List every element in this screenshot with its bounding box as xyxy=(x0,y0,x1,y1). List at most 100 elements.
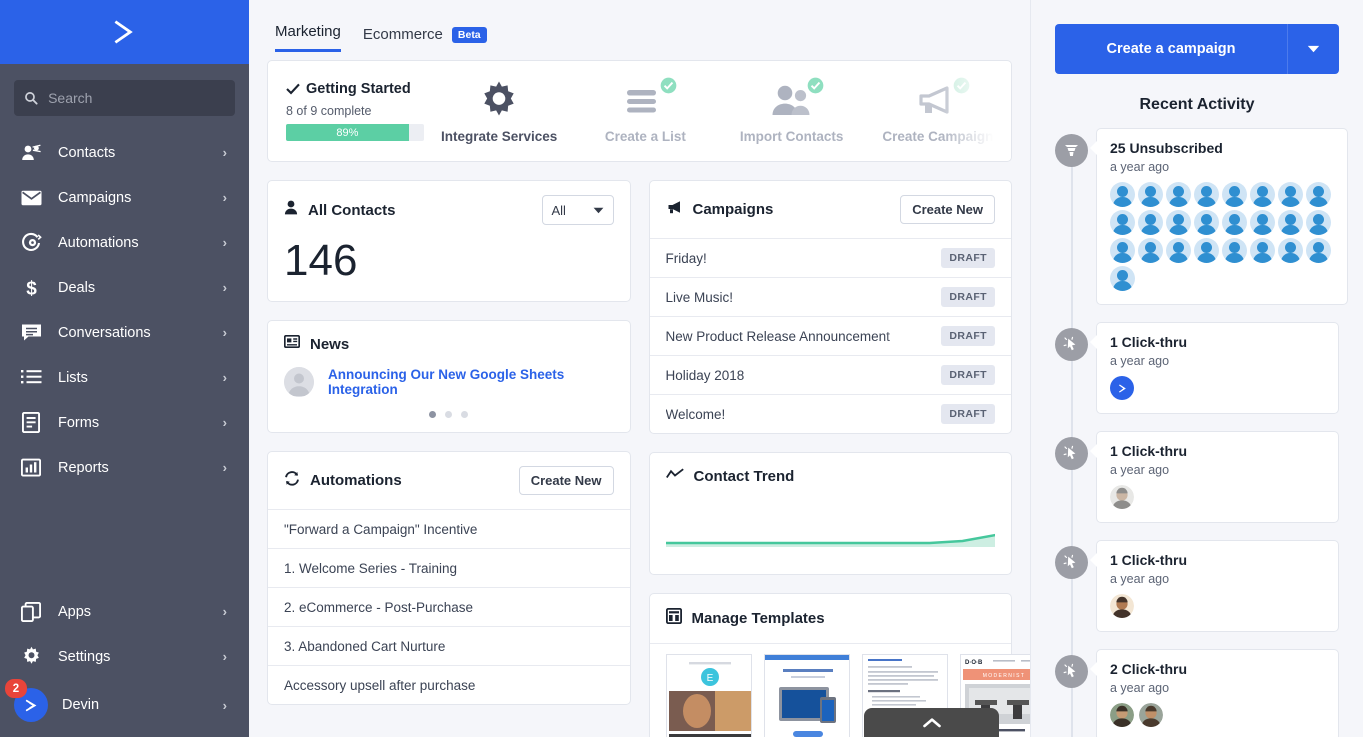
sidebar-item-settings[interactable]: Settings › xyxy=(0,634,249,679)
megaphone-icon xyxy=(666,200,683,219)
avatar-grid xyxy=(1110,182,1334,291)
campaigns-list: Friday!DRAFTLive Music!DRAFTNew Product … xyxy=(650,238,1012,433)
sidebar: Contacts › Campaigns › xyxy=(0,0,249,737)
refresh-icon xyxy=(284,471,300,491)
campaign-row[interactable]: Friday!DRAFT xyxy=(650,238,1012,277)
activity-item[interactable]: 1 Click-thrua year ago xyxy=(1055,540,1339,632)
check-badge-icon xyxy=(953,77,970,94)
click-icon xyxy=(1055,546,1088,579)
avatar xyxy=(1278,182,1303,207)
campaign-row[interactable]: Live Music!DRAFT xyxy=(650,277,1012,316)
gs-step-import-contacts[interactable]: Import Contacts xyxy=(719,79,865,144)
sidebar-user-devin[interactable]: 2 Devin › xyxy=(0,679,249,731)
search-input[interactable] xyxy=(48,90,225,106)
template-device-promo[interactable] xyxy=(764,654,850,737)
activity-title: 25 Unsubscribed xyxy=(1110,140,1334,156)
sidebar-item-conversations[interactable]: Conversations › xyxy=(0,310,249,355)
status-badge: DRAFT xyxy=(941,326,995,346)
automation-name: 3. Abandoned Cart Nurture xyxy=(284,639,445,654)
activity-title: 2 Click-thru xyxy=(1110,661,1325,677)
gear-icon xyxy=(426,79,572,123)
search-icon xyxy=(24,90,38,106)
automations-create-new-button[interactable]: Create New xyxy=(519,466,614,495)
template-photo-newsletter[interactable]: E xyxy=(666,654,752,737)
getting-started-progress: Getting Started 8 of 9 complete 89% xyxy=(268,81,426,141)
automation-row[interactable]: "Forward a Campaign" Incentive xyxy=(268,509,630,548)
carousel-dot[interactable] xyxy=(461,411,468,418)
gs-step-label: Create Campaign xyxy=(865,129,1011,144)
sidebar-logo[interactable] xyxy=(0,0,249,64)
dollar-icon: $ xyxy=(20,277,42,299)
sidebar-item-lists[interactable]: Lists › xyxy=(0,355,249,400)
carousel-dot[interactable] xyxy=(445,411,452,418)
person-icon xyxy=(284,200,298,220)
campaign-row[interactable]: Holiday 2018DRAFT xyxy=(650,355,1012,394)
automation-name: Accessory upsell after purchase xyxy=(284,678,475,693)
campaigns-create-new-button[interactable]: Create New xyxy=(900,195,995,224)
recent-activity-title: Recent Activity xyxy=(1055,96,1339,114)
campaigns-card: Campaigns Create New Friday!DRAFTLive Mu… xyxy=(649,180,1013,434)
sidebar-item-reports[interactable]: Reports › xyxy=(0,445,249,490)
bottom-collapsed-bar[interactable] xyxy=(864,708,999,737)
activity-title: 1 Click-thru xyxy=(1110,443,1325,459)
manage-templates-header: Manage Templates xyxy=(650,594,1012,643)
gs-step-integrate-services[interactable]: Integrate Services xyxy=(426,79,572,144)
automation-row[interactable]: 3. Abandoned Cart Nurture xyxy=(268,626,630,665)
tab-bar: Marketing Ecommerce Beta xyxy=(267,0,1012,52)
news-headline-link[interactable]: Announcing Our New Google Sheets Integra… xyxy=(328,367,614,397)
activity-title: 1 Click-thru xyxy=(1110,552,1325,568)
sidebar-item-label: Lists xyxy=(58,370,207,386)
avatar xyxy=(1138,210,1163,235)
campaign-row[interactable]: Welcome!DRAFT xyxy=(650,394,1012,433)
chevron-right-icon: › xyxy=(223,235,227,250)
activity-item[interactable]: 1 Click-thrua year ago xyxy=(1055,431,1339,523)
avatar xyxy=(1138,238,1163,263)
avatar xyxy=(1250,210,1275,235)
news-icon xyxy=(284,335,300,353)
create-campaign-button[interactable]: Create a campaign xyxy=(1055,24,1287,74)
tab-marketing[interactable]: Marketing xyxy=(275,23,341,52)
activity-item[interactable]: 1 Click-thrua year ago xyxy=(1055,322,1339,414)
avatar xyxy=(1306,238,1331,263)
gs-step-label: Create a List xyxy=(572,129,718,144)
gs-step-create-a-list[interactable]: Create a List xyxy=(572,79,718,144)
automations-title: Automations xyxy=(310,472,509,489)
contacts-filter-select[interactable]: All xyxy=(542,195,614,225)
activity-card: 1 Click-thrua year ago xyxy=(1096,431,1339,523)
automation-row[interactable]: 2. eCommerce - Post-Purchase xyxy=(268,587,630,626)
sidebar-item-forms[interactable]: Forms › xyxy=(0,400,249,445)
sidebar-item-deals[interactable]: $ Deals › xyxy=(0,265,249,310)
activity-item[interactable]: 2 Click-thrua year ago xyxy=(1055,649,1339,737)
sidebar-item-automations[interactable]: Automations › xyxy=(0,220,249,265)
sidebar-item-contacts[interactable]: Contacts › xyxy=(0,130,249,175)
campaign-row[interactable]: New Product Release AnnouncementDRAFT xyxy=(650,316,1012,355)
create-campaign-dropdown-button[interactable] xyxy=(1287,24,1339,74)
news-carousel-dots[interactable] xyxy=(268,411,630,418)
carousel-dot[interactable] xyxy=(429,411,436,418)
automation-row[interactable]: 1. Welcome Series - Training xyxy=(268,548,630,587)
news-item[interactable]: Announcing Our New Google Sheets Integra… xyxy=(268,367,630,397)
automation-name: "Forward a Campaign" Incentive xyxy=(284,522,477,537)
search-box[interactable] xyxy=(14,80,235,116)
automation-row[interactable]: Accessory upsell after purchase xyxy=(268,665,630,704)
list-icon xyxy=(20,367,42,389)
avatar xyxy=(1110,210,1135,235)
check-badge-icon xyxy=(660,77,677,94)
sidebar-item-campaigns[interactable]: Campaigns › xyxy=(0,175,249,220)
svg-text:MODERNIST: MODERNIST xyxy=(982,673,1025,679)
avatar xyxy=(1194,210,1219,235)
avatar xyxy=(1139,703,1163,727)
create-campaign-button-group: Create a campaign xyxy=(1055,24,1339,74)
contacts-filter-value: All xyxy=(552,203,566,218)
people-icon xyxy=(719,79,865,123)
activity-item[interactable]: 25 Unsubscribed a year ago xyxy=(1055,128,1339,305)
tab-ecommerce[interactable]: Ecommerce Beta xyxy=(363,26,487,52)
avatar xyxy=(1250,182,1275,207)
campaign-name: Welcome! xyxy=(666,407,726,422)
activity-timestamp: a year ago xyxy=(1110,160,1334,174)
automation-name: 1. Welcome Series - Training xyxy=(284,561,457,576)
getting-started-card: Getting Started 8 of 9 complete 89% Inte… xyxy=(267,60,1012,162)
sidebar-item-apps[interactable]: Apps › xyxy=(0,589,249,634)
campaign-name: Live Music! xyxy=(666,290,734,305)
gs-step-create-campaign[interactable]: Create Campaign xyxy=(865,79,1011,144)
